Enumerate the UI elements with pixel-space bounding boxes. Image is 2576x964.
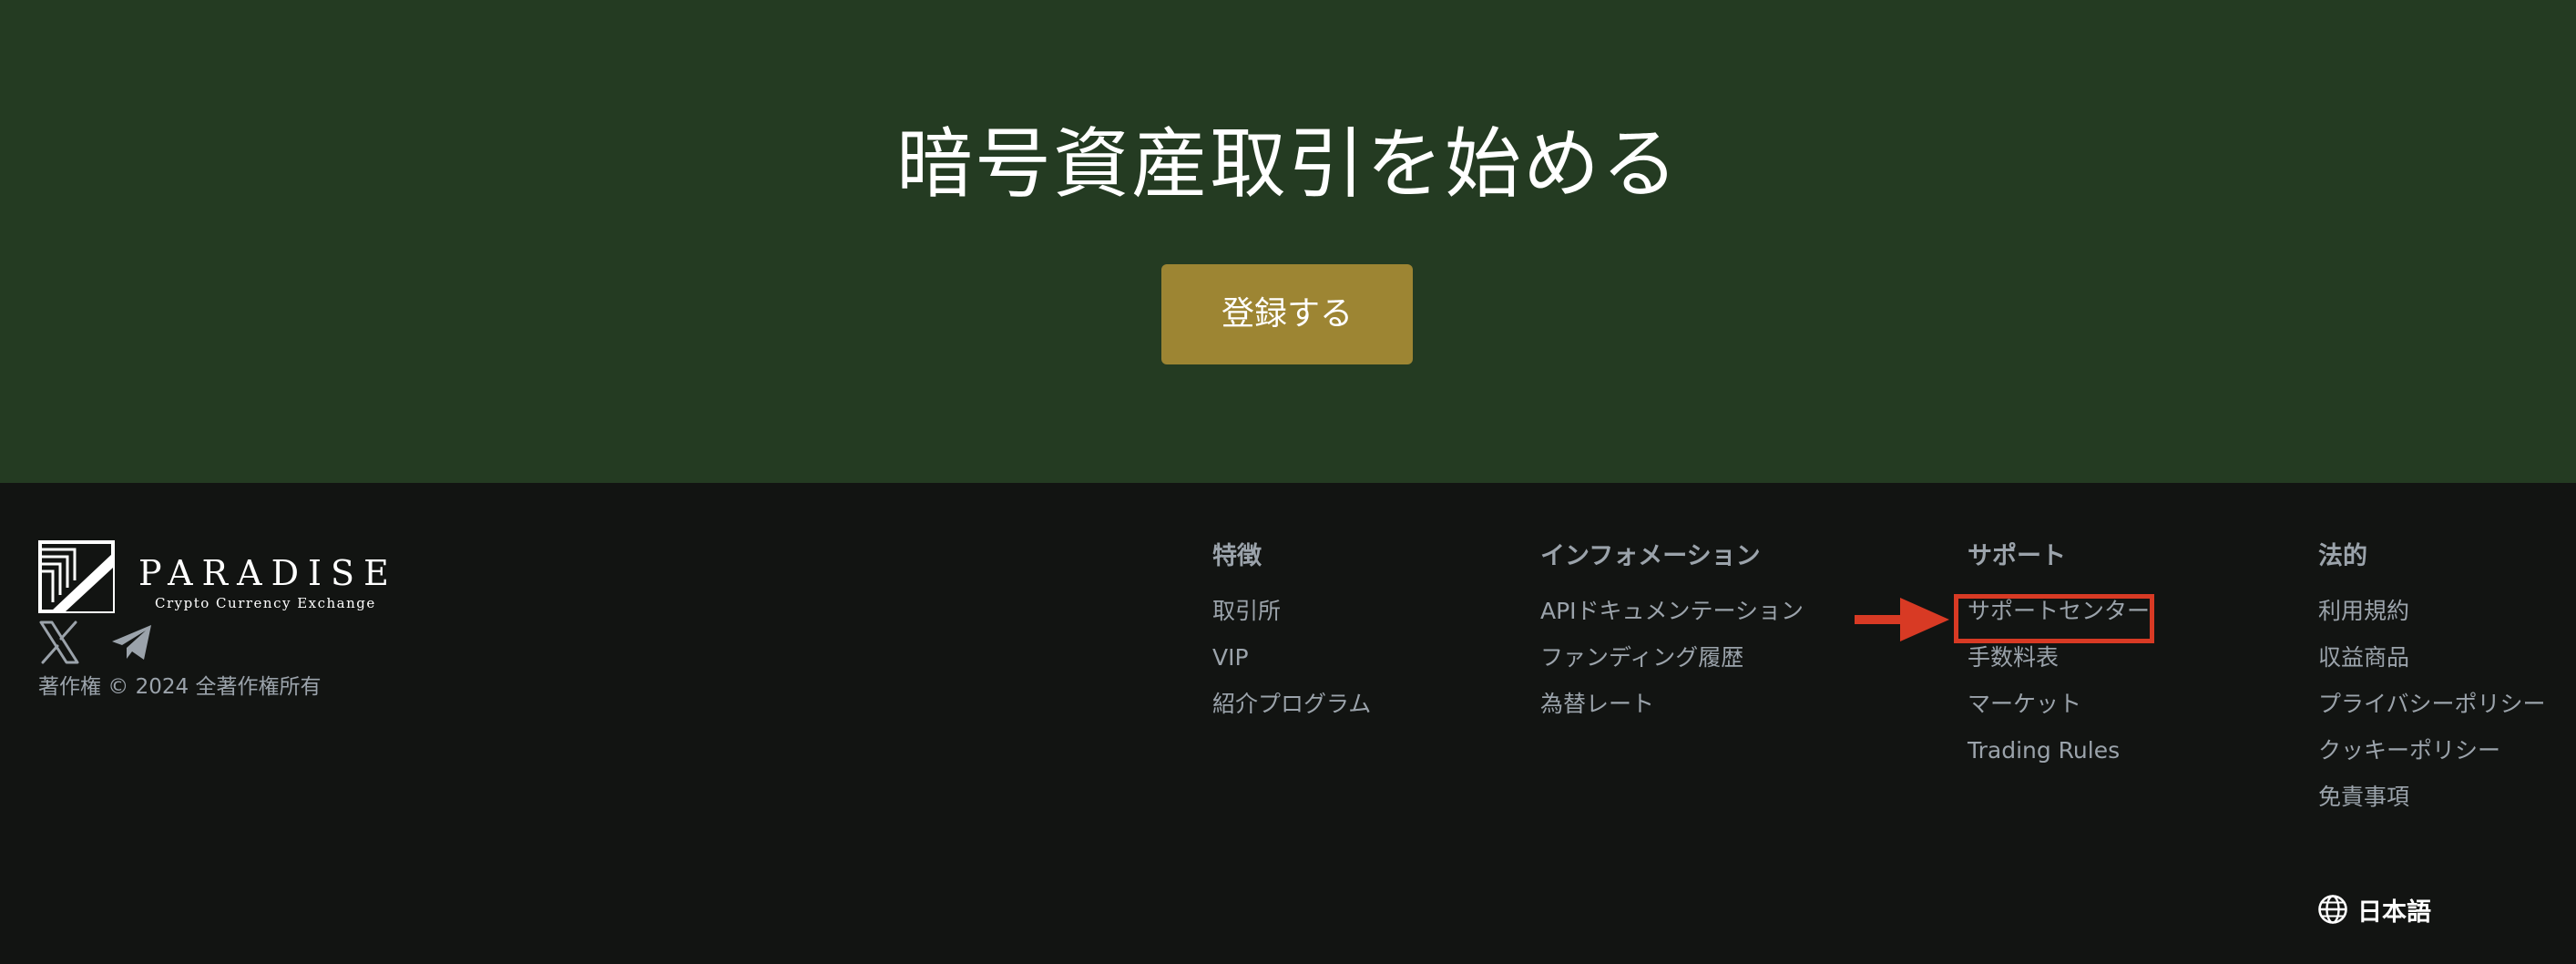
logo-tagline: Crypto Currency Exchange <box>155 595 376 611</box>
telegram-icon[interactable] <box>109 620 155 665</box>
footer-column-information: インフォメーション APIドキュメンテーション ファンディング履歴 為替レート <box>1540 538 1804 732</box>
column-heading-support: サポート <box>1968 542 2066 570</box>
column-heading-legal: 法的 <box>2318 542 2367 570</box>
link-markets[interactable]: マーケット <box>1968 691 2081 717</box>
column-heading-information: インフォメーション <box>1540 542 1761 570</box>
footer-column-support: サポート サポートセンター 手数料表 マーケット Trading Rules <box>1968 538 2150 778</box>
link-trading-rules[interactable]: Trading Rules <box>1968 737 2120 764</box>
x-icon[interactable] <box>38 620 84 665</box>
link-disclaimer[interactable]: 免責事項 <box>2318 784 2409 810</box>
link-vip[interactable]: VIP <box>1212 644 1249 671</box>
hero-banner: 暗号資産取引を始める 登録する <box>0 0 2576 483</box>
annotation-highlight-box <box>1954 594 2154 643</box>
link-referral-program[interactable]: 紹介プログラム <box>1212 691 1371 717</box>
link-fee-schedule[interactable]: 手数料表 <box>1968 644 2059 671</box>
logo-wordmark: PARADISE <box>138 553 398 593</box>
link-earn-products[interactable]: 収益商品 <box>2318 644 2409 671</box>
hero-title: 暗号資産取引を始める <box>895 119 1680 209</box>
copyright-notice: 著作権 © 2024 全著作権所有 <box>38 675 322 699</box>
footer-column-legal: 法的 利用規約 収益商品 プライバシーポリシー クッキーポリシー 免責事項 <box>2318 538 2546 825</box>
register-button[interactable]: 登録する <box>1161 264 1413 364</box>
link-cookie-policy[interactable]: クッキーポリシー <box>2318 737 2500 764</box>
link-api-documentation[interactable]: APIドキュメンテーション <box>1540 598 1804 624</box>
page: 暗号資産取引を始める 登録する PARADISE Crypto Currency… <box>0 0 2576 964</box>
link-privacy-policy[interactable]: プライバシーポリシー <box>2318 691 2546 717</box>
annotation-arrow-icon <box>1855 598 1949 641</box>
language-label: 日本語 <box>2357 897 2431 927</box>
logo-mark-icon <box>38 540 115 613</box>
globe-icon <box>2318 895 2347 924</box>
link-funding-history[interactable]: ファンディング履歴 <box>1540 644 1743 671</box>
paradise-logo[interactable]: PARADISE Crypto Currency Exchange <box>38 540 389 613</box>
column-heading-features: 特徴 <box>1212 542 1262 570</box>
link-exchange[interactable]: 取引所 <box>1212 598 1281 624</box>
link-terms-of-use[interactable]: 利用規約 <box>2318 598 2409 624</box>
link-exchange-rates[interactable]: 為替レート <box>1540 691 1654 717</box>
footer-column-features: 特徴 取引所 VIP 紹介プログラム <box>1212 538 1371 732</box>
language-selector[interactable]: 日本語 <box>2317 891 2431 928</box>
